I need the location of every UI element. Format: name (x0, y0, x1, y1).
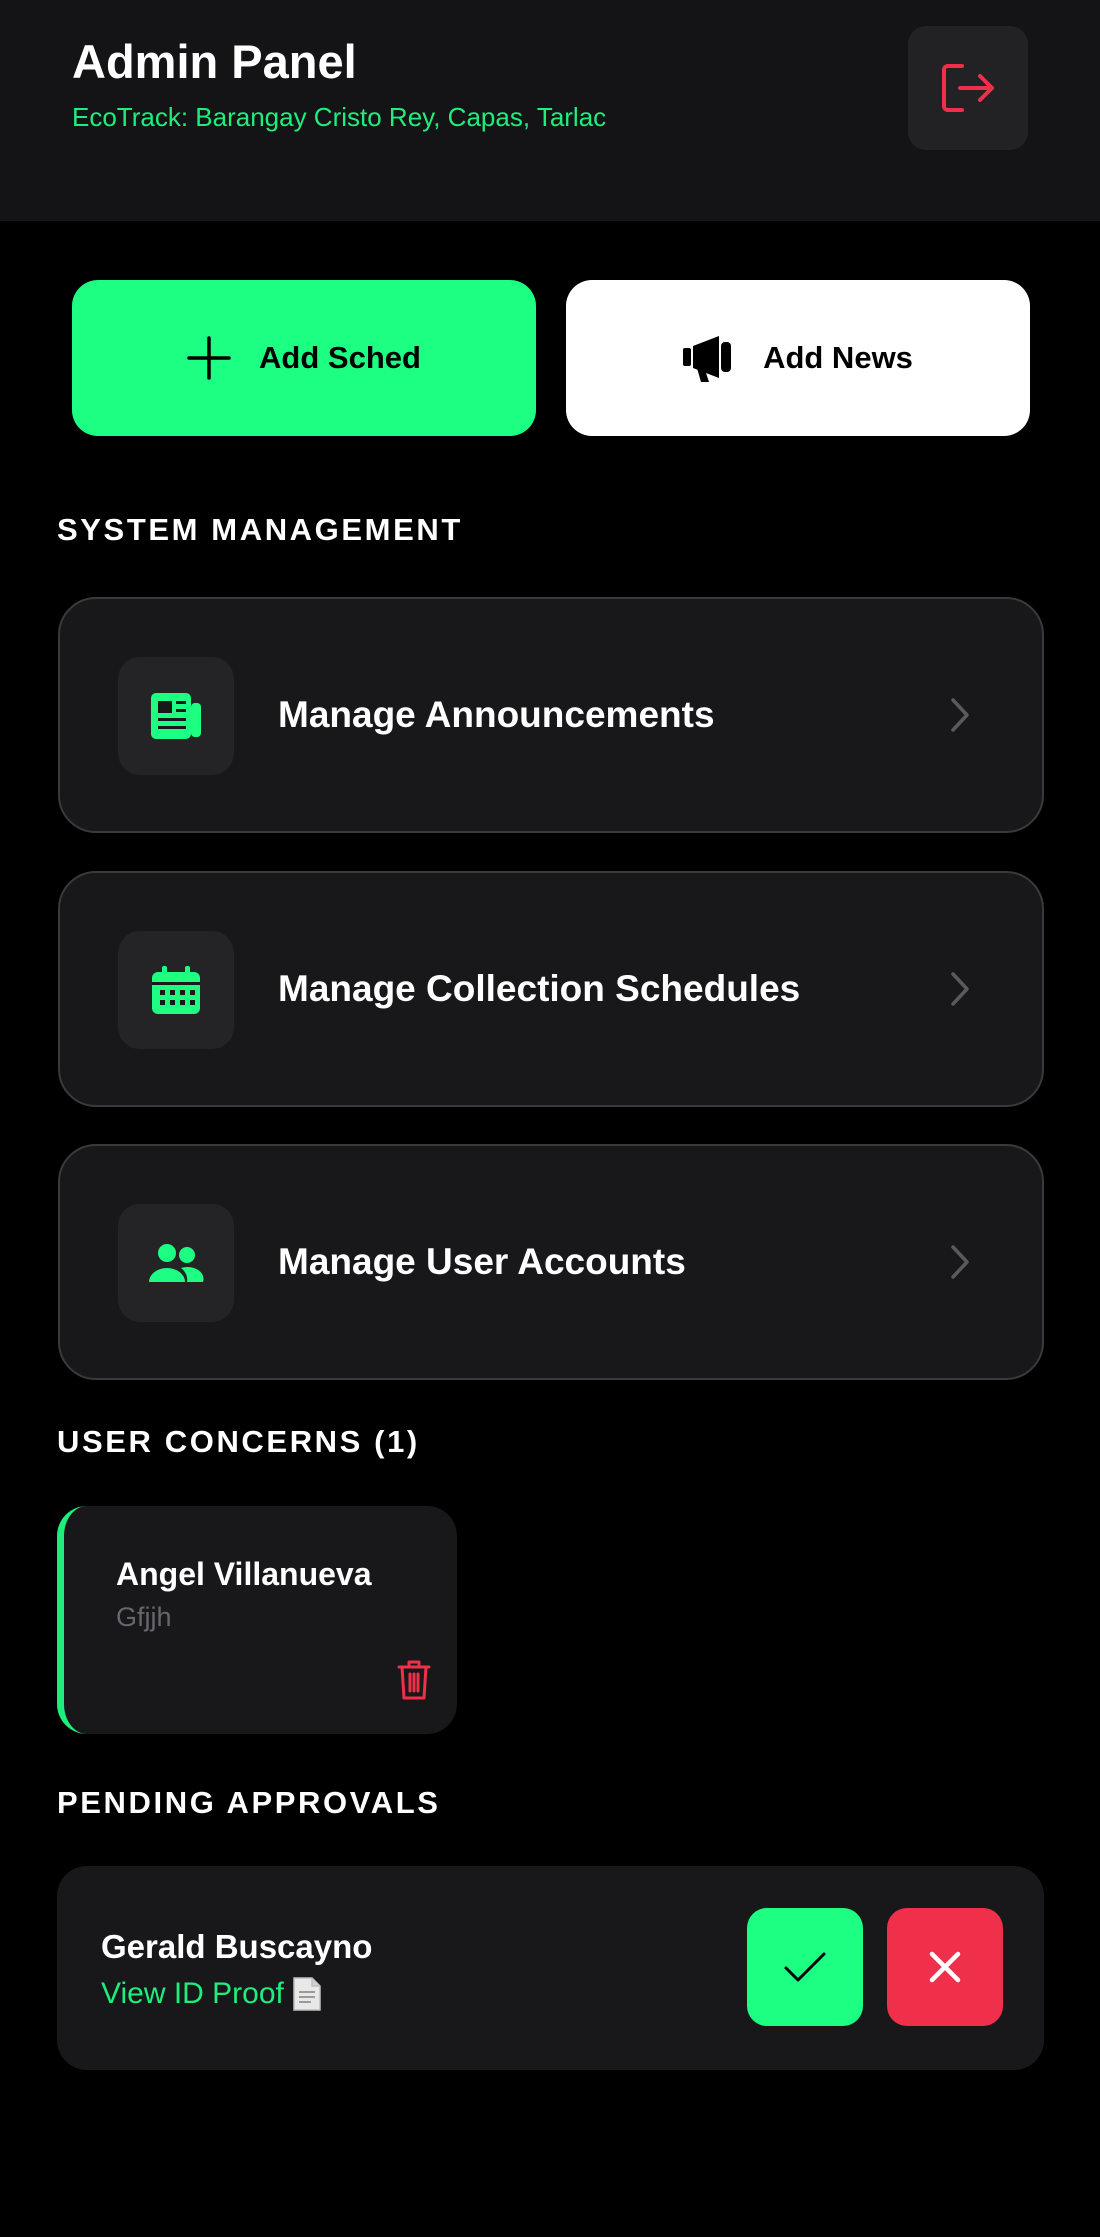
system-management-heading: SYSTEM MANAGEMENT (57, 512, 463, 547)
chevron-right-icon (950, 599, 970, 831)
trash-icon (397, 1659, 431, 1701)
chevron-right-icon (950, 873, 970, 1105)
concern-card: Angel Villanueva Gfjjh (57, 1506, 457, 1734)
user-concerns-heading: USER CONCERNS (1) (57, 1424, 420, 1459)
users-icon (118, 1204, 234, 1322)
reject-button[interactable] (887, 1908, 1003, 2026)
concern-author: Angel Villanueva (116, 1556, 372, 1592)
view-id-proof-link[interactable]: View ID Proof (101, 1976, 322, 2012)
delete-concern-button[interactable] (394, 1656, 434, 1704)
app-header: Admin Panel EcoTrack: Barangay Cristo Re… (0, 0, 1100, 221)
approval-card: Gerald Buscayno View ID Proof (57, 1866, 1044, 2070)
manage-collection-schedules-card[interactable]: Manage Collection Schedules (58, 871, 1044, 1107)
check-icon (783, 1950, 827, 1984)
manage-announcements-card[interactable]: Manage Announcements (58, 597, 1044, 833)
approve-button[interactable] (747, 1908, 863, 2026)
manage-announcements-label: Manage Announcements (278, 694, 715, 735)
logout-button[interactable] (908, 26, 1028, 150)
chevron-right-icon (950, 1146, 970, 1378)
concern-message: Gfjjh (116, 1602, 172, 1632)
megaphone-icon (683, 334, 735, 382)
view-id-proof-label: View ID Proof (101, 1977, 284, 2010)
newspaper-icon (118, 657, 234, 775)
add-sched-button[interactable]: Add Sched (72, 280, 536, 436)
applicant-name: Gerald Buscayno (101, 1928, 373, 1965)
logout-icon (940, 62, 996, 114)
add-news-button[interactable]: Add News (566, 280, 1030, 436)
manage-user-accounts-card[interactable]: Manage User Accounts (58, 1144, 1044, 1380)
page-title: Admin Panel (72, 35, 357, 88)
manage-collection-schedules-label: Manage Collection Schedules (278, 968, 801, 1009)
page-subtitle: EcoTrack: Barangay Cristo Rey, Capas, Ta… (72, 102, 607, 132)
close-icon (928, 1950, 962, 1984)
pending-approvals-heading: PENDING APPROVALS (57, 1785, 441, 1820)
add-sched-label: Add Sched (259, 340, 421, 375)
manage-user-accounts-label: Manage User Accounts (278, 1241, 686, 1282)
add-news-label: Add News (763, 340, 913, 375)
document-icon (292, 1976, 322, 2012)
plus-icon (187, 336, 231, 380)
calendar-icon (118, 931, 234, 1049)
